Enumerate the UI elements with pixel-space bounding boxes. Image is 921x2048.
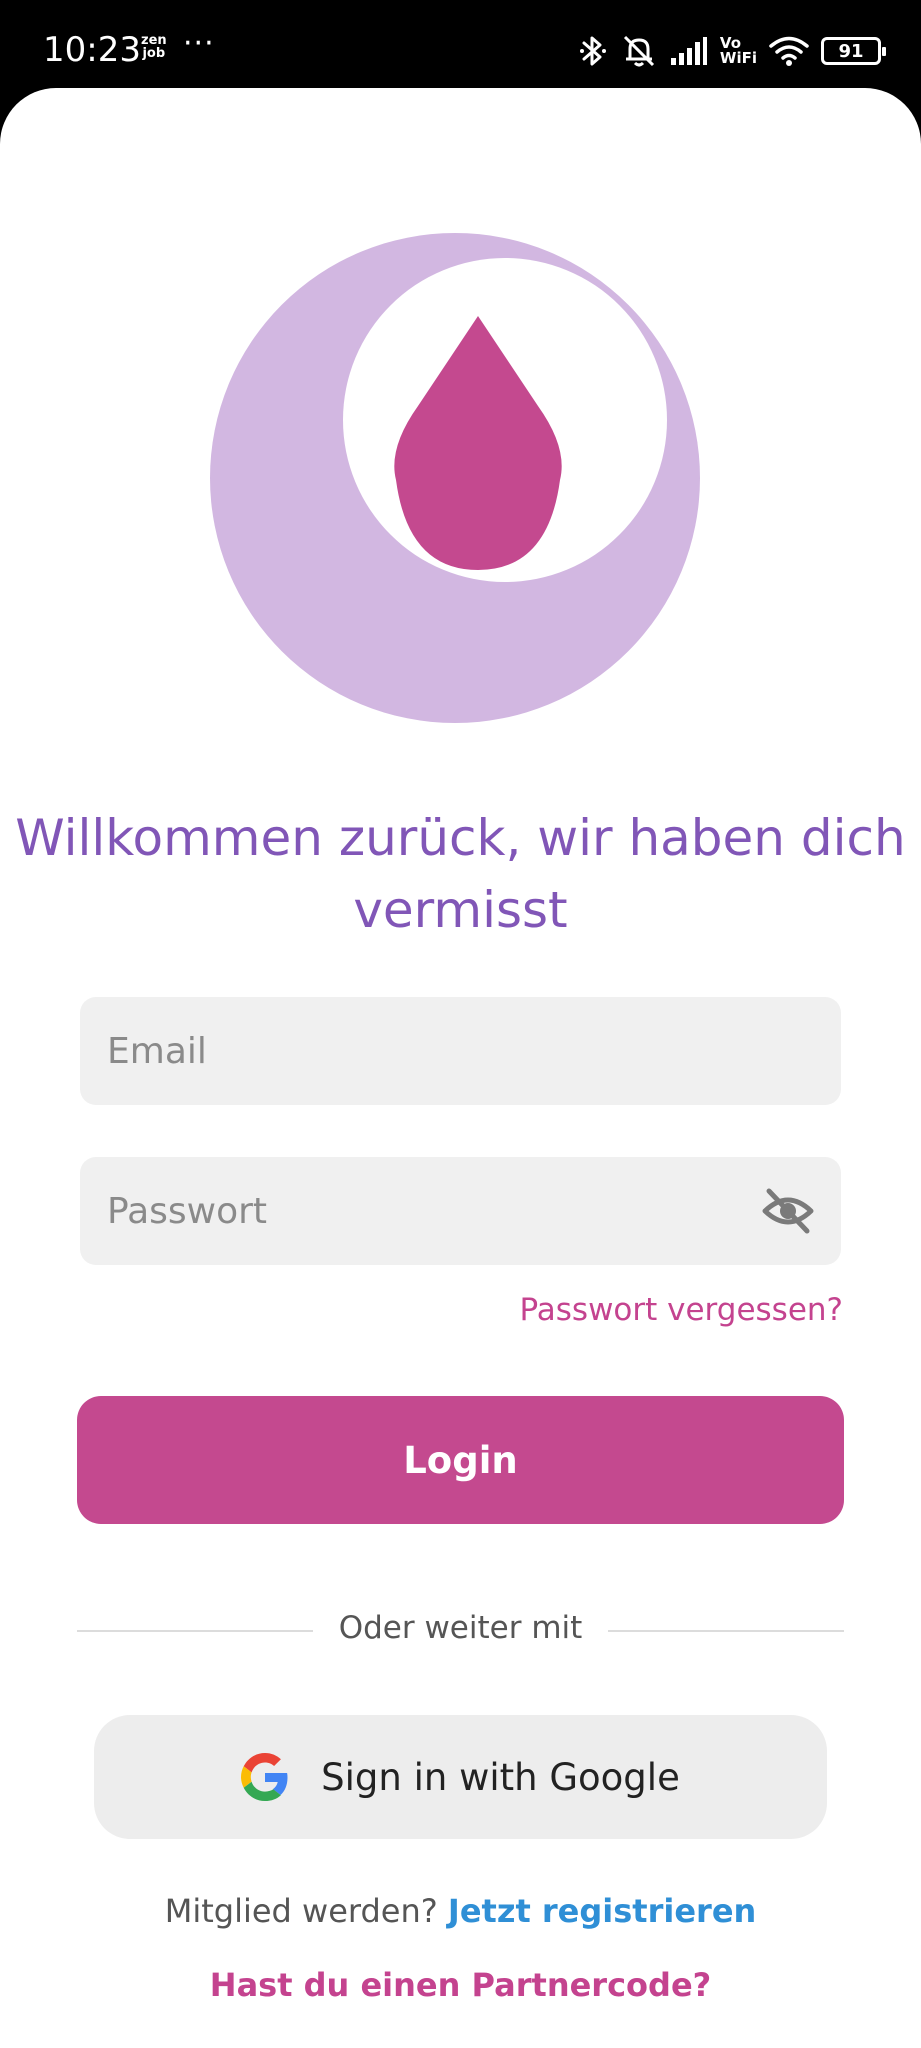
google-g-icon (241, 1753, 288, 1801)
password-field[interactable] (80, 1157, 841, 1265)
google-sign-in-button[interactable]: Sign in with Google (94, 1715, 827, 1839)
partner-code-link[interactable]: Hast du einen Partnercode? (0, 1966, 921, 2004)
bluetooth-icon (579, 36, 606, 66)
login-button[interactable]: Login (77, 1396, 844, 1524)
vowifi-icon: Vo WiFi (720, 36, 757, 66)
page-title: Willkommen zurück, wir haben dich vermis… (15, 809, 906, 939)
battery-level: 91 (838, 40, 864, 62)
moon-drop-logo-icon (210, 233, 700, 723)
email-input[interactable] (107, 1030, 707, 1072)
eye-off-icon[interactable] (761, 1185, 815, 1237)
email-field[interactable] (80, 997, 841, 1105)
register-prompt: Mitglied werden? (164, 1892, 438, 1930)
password-input[interactable] (107, 1190, 707, 1232)
status-bar: 10:23 zen job ··· Vo WiFi 91 (0, 0, 921, 100)
register-link[interactable]: Jetzt registrieren (448, 1892, 756, 1930)
wifi-icon (769, 36, 809, 66)
status-icons: Vo WiFi 91 (578, 28, 886, 74)
google-button-label: Sign in with Google (321, 1755, 680, 1799)
battery-icon: 91 (821, 37, 886, 65)
zenjob-badge-line2: job (142, 46, 166, 61)
divider-line-right (608, 1630, 844, 1632)
divider-line-left (77, 1630, 313, 1632)
signal-icon (670, 37, 707, 65)
status-time: 10:23 (43, 30, 141, 70)
bell-muted-icon (623, 35, 654, 67)
divider-text: Oder weiter mit (338, 1610, 583, 1646)
forgot-password-link[interactable]: Passwort vergessen? (519, 1292, 843, 1328)
vowifi-line2: WiFi (719, 49, 757, 67)
register-row: Mitglied werden? Jetzt registrieren (0, 1892, 921, 1930)
zenjob-notification-icon: zen job (141, 34, 167, 60)
more-notifications-icon: ··· (183, 26, 215, 61)
